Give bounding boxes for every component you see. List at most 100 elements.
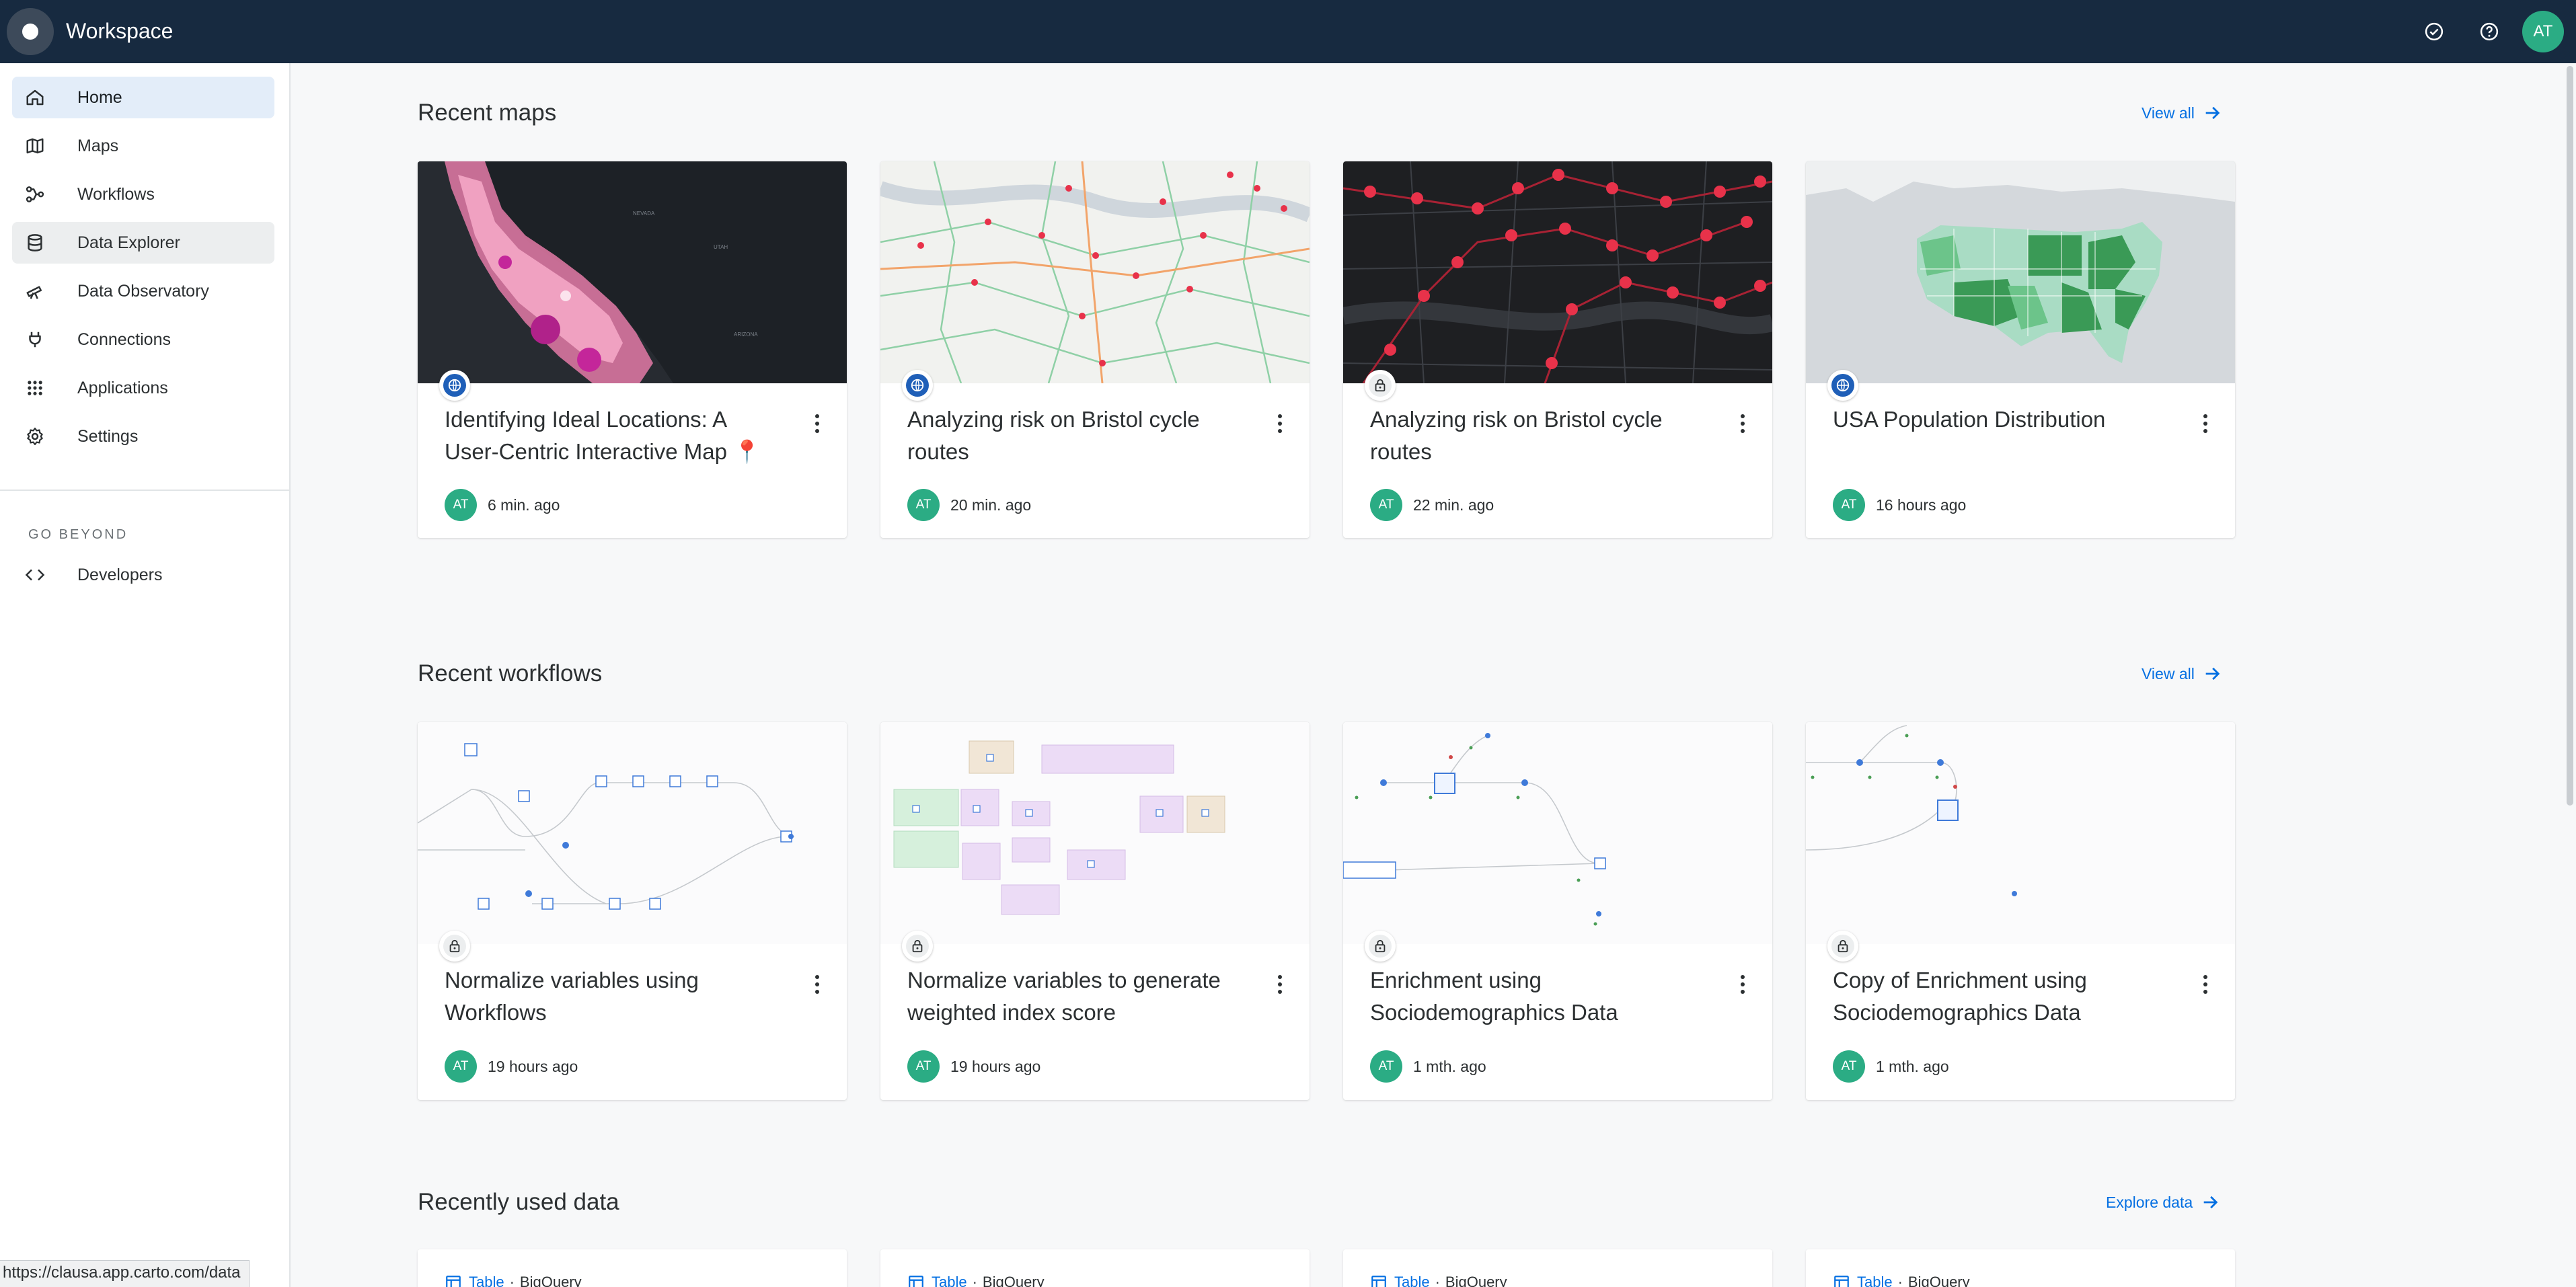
data-type: Table	[469, 1274, 504, 1287]
workflow-card[interactable]: Normalize variables to generate weighted…	[880, 722, 1310, 1100]
more-options-icon[interactable]	[808, 412, 827, 436]
page-scrollbar[interactable]	[2567, 66, 2573, 806]
more-options-icon[interactable]	[808, 972, 827, 997]
more-options-icon[interactable]	[1271, 972, 1289, 997]
lock-icon	[1365, 370, 1396, 401]
card-title: Analyzing risk on Bristol cycle routes	[907, 407, 1200, 464]
tasks-check-icon[interactable]	[2412, 9, 2456, 54]
workflow-card[interactable]: Normalize variables using Workflows AT 1…	[418, 722, 847, 1100]
sidebar-item-label: Data Explorer	[77, 233, 180, 252]
more-options-icon[interactable]	[1271, 412, 1289, 436]
sidebar-item-label: Workflows	[77, 185, 155, 204]
data-type: Table	[1857, 1274, 1893, 1287]
user-avatar[interactable]: AT	[2522, 11, 2564, 52]
data-source: BigQuery	[982, 1274, 1045, 1287]
workflow-card[interactable]: Enrichment using Sociodemographics Data …	[1343, 722, 1772, 1100]
more-options-icon[interactable]	[2196, 972, 2215, 997]
sidebar-item-applications[interactable]: Applications	[12, 367, 274, 409]
view-all-label: View all	[2142, 664, 2195, 682]
avatar: AT	[445, 489, 477, 521]
data-source: BigQuery	[519, 1274, 582, 1287]
workflow-thumbnail	[1806, 722, 2235, 944]
help-icon[interactable]	[2467, 9, 2511, 54]
lock-icon	[1365, 931, 1396, 962]
card-footer: AT 1 mth. ago	[1833, 1050, 1949, 1083]
public-globe-icon	[439, 370, 470, 401]
modified-time: 6 min. ago	[488, 496, 560, 514]
card-footer: AT 1 mth. ago	[1370, 1050, 1486, 1083]
status-bar-url: https://clausa.app.carto.com/data	[0, 1260, 250, 1287]
map-card[interactable]: Analyzing risk on Bristol cycle routes A…	[880, 161, 1310, 538]
map-card[interactable]: NEVADA UTAH ARIZONA Identifying Ideal Lo…	[418, 161, 847, 538]
avatar: AT	[1833, 489, 1865, 521]
data-card[interactable]: Table · BigQuery	[1343, 1249, 1772, 1287]
recent-maps-title: Recent maps	[418, 100, 557, 126]
card-title: Normalize variables to generate weighted…	[907, 968, 1221, 1025]
data-source: BigQuery	[1445, 1274, 1507, 1287]
sidebar-item-label: Data Observatory	[77, 282, 209, 301]
more-options-icon[interactable]	[2196, 412, 2215, 436]
workflow-thumbnail	[418, 722, 847, 944]
view-all-label: View all	[2142, 104, 2195, 122]
top-actions: AT	[2401, 9, 2564, 54]
svg-text:UTAH: UTAH	[714, 244, 728, 250]
card-title: Enrichment using Sociodemographics Data	[1370, 968, 1618, 1025]
card-footer: AT 16 hours ago	[1833, 489, 1966, 521]
workflow-card[interactable]: Copy of Enrichment using Sociodemographi…	[1806, 722, 2235, 1100]
sidebar-item-label: Maps	[77, 136, 119, 155]
more-options-icon[interactable]	[1733, 972, 1752, 997]
arrow-right-icon	[2203, 1196, 2218, 1209]
table-icon	[1371, 1276, 1386, 1287]
modified-time: 16 hours ago	[1876, 496, 1967, 514]
more-options-icon[interactable]	[1733, 412, 1752, 436]
sidebar-item-label: Connections	[77, 330, 171, 349]
table-icon	[909, 1276, 923, 1287]
card-footer: AT 19 hours ago	[445, 1050, 578, 1083]
data-type: Table	[932, 1274, 967, 1287]
telescope-icon	[24, 280, 46, 302]
section-label-go-beyond: GO BEYOND	[28, 527, 128, 542]
card-title: USA Population Distribution	[1833, 407, 2106, 432]
data-source: BigQuery	[1907, 1274, 1970, 1287]
app-logo[interactable]	[7, 8, 54, 55]
map-thumbnail	[880, 161, 1310, 383]
avatar: AT	[1833, 1050, 1865, 1083]
sidebar-item-settings[interactable]: Settings	[12, 416, 274, 457]
sidebar-item-connections[interactable]: Connections	[12, 319, 274, 360]
map-icon	[24, 135, 46, 157]
lock-icon	[439, 931, 470, 962]
map-card[interactable]: USA Population Distribution AT 16 hours …	[1806, 161, 2235, 538]
card-footer: AT 19 hours ago	[907, 1050, 1040, 1083]
workflow-thumbnail	[880, 722, 1310, 944]
sidebar-item-developers[interactable]: Developers	[12, 554, 274, 596]
data-card[interactable]: Table · BigQuery	[418, 1249, 847, 1287]
map-thumbnail	[1343, 161, 1772, 383]
avatar: AT	[1370, 489, 1402, 521]
code-icon	[24, 564, 46, 586]
svg-text:ARIZONA: ARIZONA	[734, 332, 758, 338]
sidebar-item-workflows[interactable]: Workflows	[12, 173, 274, 215]
avatar: AT	[907, 1050, 940, 1083]
table-icon	[446, 1276, 461, 1287]
view-all-workflows-link[interactable]: View all	[2142, 664, 2222, 683]
sidebar: Home Maps Workflows Data Explorer Data O…	[0, 63, 291, 1287]
map-thumbnail	[1806, 161, 2235, 383]
sidebar-item-maps[interactable]: Maps	[12, 125, 274, 167]
data-card[interactable]: Table · BigQuery	[1806, 1249, 2235, 1287]
recent-workflows-title: Recent workflows	[418, 660, 603, 687]
data-card[interactable]: Table · BigQuery	[880, 1249, 1310, 1287]
public-globe-icon	[902, 370, 933, 401]
view-all-maps-link[interactable]: View all	[2142, 104, 2222, 122]
sidebar-item-data-explorer[interactable]: Data Explorer	[12, 222, 274, 264]
card-title: Normalize variables using Workflows	[445, 968, 699, 1025]
svg-text:NEVADA: NEVADA	[633, 210, 655, 217]
map-card[interactable]: Analyzing risk on Bristol cycle routes A…	[1343, 161, 1772, 538]
arrow-right-icon	[2205, 667, 2220, 680]
apps-grid-icon	[24, 377, 46, 399]
sidebar-item-data-observatory[interactable]: Data Observatory	[12, 270, 274, 312]
sidebar-item-home[interactable]: Home	[12, 77, 274, 118]
avatar: AT	[1370, 1050, 1402, 1083]
recent-data-title: Recently used data	[418, 1189, 619, 1215]
explore-data-link[interactable]: Explore data	[2106, 1193, 2220, 1212]
sidebar-item-label: Applications	[77, 379, 168, 397]
